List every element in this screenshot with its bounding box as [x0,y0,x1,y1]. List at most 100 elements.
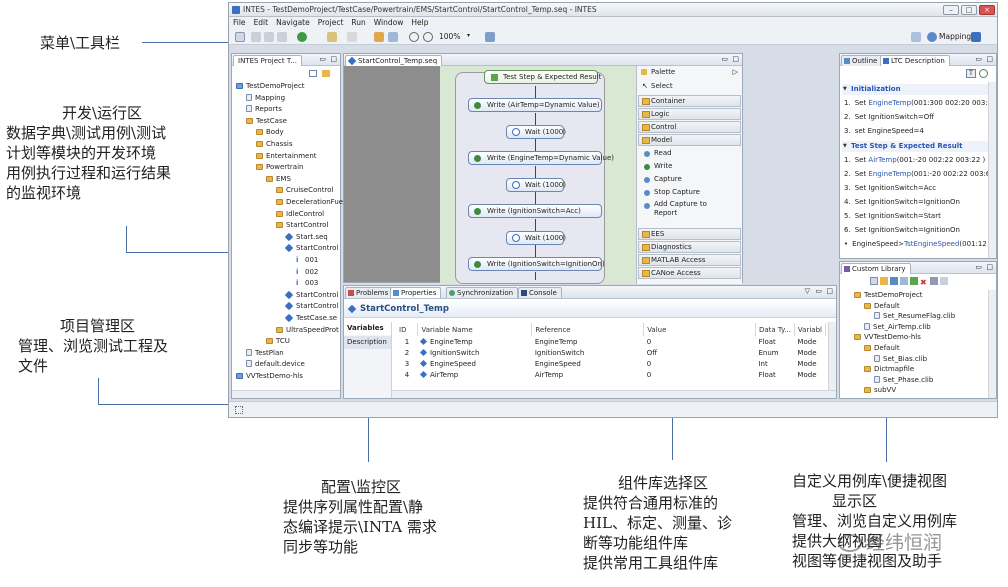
maximize-icon[interactable]: □ [986,263,993,271]
zoom-level[interactable]: 100% [439,32,460,41]
palette-item[interactable]: Read [640,148,739,159]
project-tree-item[interactable]: Chassis [256,139,293,150]
project-tree-item[interactable]: StartControl [276,220,328,231]
run-icon[interactable] [297,32,307,42]
new-library-icon[interactable] [870,277,878,285]
edit-icon[interactable] [900,277,908,285]
table-row[interactable]: 3 EngineSpeed EngineSpeed 0 Int Mode [396,358,826,369]
project-tree-item[interactable]: Entertainment [256,151,317,162]
tab-synchronization[interactable]: Synchronization [446,287,519,298]
menu-help[interactable]: Help [407,17,432,27]
flow-canvas[interactable]: Test Step & Expected Result Write (AirTe… [440,66,636,284]
flow-step-write[interactable]: Write (IgnitionSwitch=IgnitionOn) [468,257,605,271]
tab-custom-library[interactable]: Custom Library [841,263,911,274]
project-tree-item[interactable]: Powertrain [256,162,303,173]
zoom-in-icon[interactable] [409,32,419,42]
flow-step-write[interactable]: Write (EngineTemp=Dynamic Value) [468,151,614,165]
view-menu-icon[interactable]: ▽ [805,287,810,295]
side-tab-variables[interactable]: Variables [344,322,391,335]
palette-category[interactable]: Container [638,95,741,107]
ltc-section-header[interactable]: Initialization [842,84,994,95]
link-library-icon[interactable] [940,277,948,285]
project-tree-item[interactable]: IdleControl [276,209,324,220]
mapping-icon[interactable] [927,32,937,42]
save-icon[interactable] [251,32,261,42]
project-tree-item[interactable]: TestPlan [246,348,284,359]
palette-category[interactable]: Logic [638,108,741,120]
refresh-icon[interactable] [979,69,988,78]
custom-library-item[interactable]: Set_ResumeFlag.clib [874,311,955,322]
table-row[interactable]: 2 IgnitionSwitch IgnitionSwitch Off Enum Mode [396,347,826,358]
validate-icon[interactable] [388,32,398,42]
minimize-icon[interactable]: ▭ [975,55,982,63]
menu-run[interactable]: Run [347,17,369,27]
collapse-all-icon[interactable] [309,70,317,77]
palette-select-tool[interactable]: ↖ Select [641,81,673,92]
save-all-icon[interactable] [264,32,274,42]
project-tree-item[interactable]: Body [256,127,284,138]
custom-library-item[interactable]: TestDemoProject [854,290,923,301]
flow-step-wait[interactable]: Wait (1000) [506,230,566,245]
save-library-icon[interactable] [930,277,938,285]
intes-perspective-icon[interactable] [971,32,981,42]
import-icon[interactable] [890,277,898,285]
column-header-value[interactable]: Value [643,323,756,336]
tab-problems[interactable]: Problems [345,287,394,298]
new-icon[interactable] [235,32,245,42]
palette-category[interactable]: Control [638,121,741,133]
flow-step-wait[interactable]: Wait (1000) [506,177,566,192]
tab-project-explorer[interactable]: INTES Project T... [233,55,302,66]
add-folder-icon[interactable] [880,277,888,285]
custom-scrollbar-vertical[interactable] [988,290,996,398]
custom-library-item[interactable]: Default [864,343,900,354]
maximize-icon[interactable]: □ [986,55,993,63]
forward-icon[interactable] [347,32,357,42]
palette-category[interactable]: CANoe Access [638,267,741,279]
palette-item[interactable]: Capture [640,174,739,185]
ltc-section-header[interactable]: Test Step & Expected Result [842,141,994,152]
back-icon[interactable] [327,32,337,42]
custom-library-item[interactable]: VVTestDemo-hls [854,332,921,343]
project-tree-item[interactable]: TestDemoProject [236,81,305,92]
zoom-out-icon[interactable] [423,32,433,42]
delete-icon[interactable]: ✖ [920,279,928,287]
minimize-icon[interactable]: ▭ [815,287,822,295]
minimize-icon[interactable]: ▭ [975,263,982,271]
flow-step-write[interactable]: Write (AirTemp=Dynamic Value) [468,98,602,112]
project-scrollbar-horizontal[interactable] [232,390,340,398]
properties-scrollbar-horizontal[interactable] [392,390,836,398]
project-tree-item[interactable]: Reports [246,104,282,115]
palette-category[interactable]: MATLAB Access [638,254,741,266]
menu-file[interactable]: File [229,17,250,27]
table-row[interactable]: 4 AirTemp AirTemp 0 Float Mode [396,369,826,380]
column-header-reference[interactable]: Reference [531,323,645,336]
compile-icon[interactable] [374,32,384,42]
column-header-data-type[interactable]: Data Ty... [755,323,795,336]
column-header-id[interactable]: ID [396,323,419,336]
print-icon[interactable] [277,32,287,42]
palette-collapse-icon[interactable]: ▷ [733,66,738,78]
column-header-variable-type[interactable]: Variabl [794,323,827,336]
link-editor-icon[interactable] [322,70,330,77]
menu-edit[interactable]: Edit [250,17,273,27]
project-tree-item[interactable]: StartControl [284,301,338,312]
project-tree-item[interactable]: i 001 [296,255,318,266]
project-tree-item[interactable]: StartControl [284,243,338,254]
minimize-icon[interactable]: ▭ [319,55,326,63]
palette-category[interactable]: Model [638,134,741,146]
project-tree-item[interactable]: i 002 [296,267,318,278]
table-row[interactable]: 1 EngineTemp EngineTemp 0 Float Mode [396,336,826,347]
ltc-scrollbar-vertical[interactable] [988,82,996,258]
project-tree-item[interactable]: default.device [246,359,305,370]
properties-scrollbar-vertical[interactable] [828,322,836,390]
close-button[interactable]: × [979,5,995,15]
custom-library-item[interactable]: subVV [864,385,896,396]
palette-category[interactable]: Diagnostics [638,241,741,253]
custom-library-item[interactable]: Default [864,301,900,312]
palette-category[interactable]: EES [638,228,741,240]
perspective-icon[interactable] [911,32,921,42]
chevron-down-icon[interactable]: ▾ [467,32,473,42]
tab-ltc-description[interactable]: LTC Description [880,55,950,66]
project-tree-item[interactable]: StartControl [284,290,338,301]
maximize-button[interactable]: □ [961,5,977,15]
